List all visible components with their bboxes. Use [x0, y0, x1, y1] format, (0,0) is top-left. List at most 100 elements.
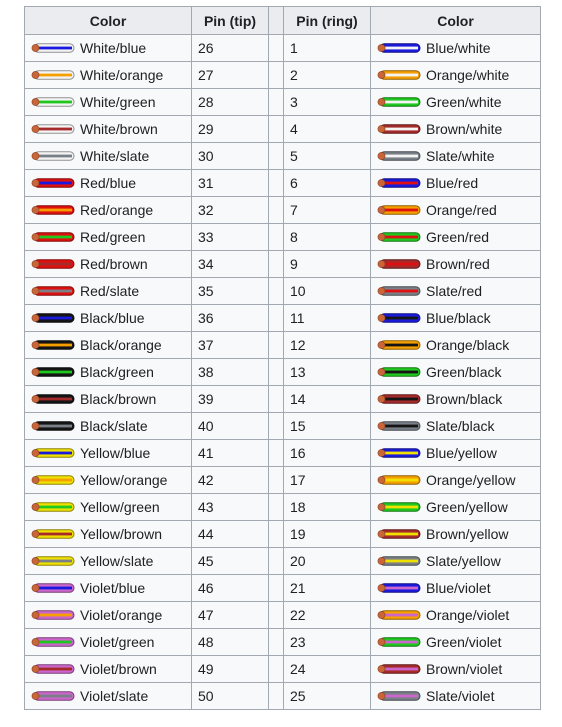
tip-color-label: Red/green: [80, 229, 146, 245]
ring-color-label: Brown/red: [426, 256, 490, 272]
wire-swatch-icon: [377, 637, 421, 647]
ring-color-label: Orange/black: [426, 337, 510, 353]
tip-color-cell: Black/orange: [24, 331, 192, 359]
ring-pin-cell: 21: [283, 574, 371, 602]
table-row: Yellow/orange 42 17 Orange/yellow: [24, 466, 541, 494]
gap-cell: [268, 439, 284, 467]
header-row: Color Pin (tip) Pin (ring) Color: [24, 6, 541, 35]
wire-swatch-icon: [377, 70, 421, 80]
tip-color-label: White/green: [80, 94, 156, 110]
wire-swatch-icon: [31, 97, 75, 107]
gap-cell: [268, 196, 284, 224]
tip-pin-cell: 39: [191, 385, 269, 413]
header-color-ring: Color: [370, 6, 541, 35]
wire-swatch-icon: [31, 610, 75, 620]
tip-color-cell: Black/slate: [24, 412, 192, 440]
tip-color-label: Red/slate: [80, 283, 140, 299]
ring-color-label: Green/black: [426, 364, 502, 380]
ring-color-cell: Brown/black: [370, 385, 541, 413]
wire-swatch-icon: [31, 475, 75, 485]
ring-color-label: Brown/black: [426, 391, 503, 407]
gap-cell: [268, 520, 284, 548]
tip-color-cell: Black/blue: [24, 304, 192, 332]
ring-color-cell: Slate/red: [370, 277, 541, 305]
tip-color-label: Red/blue: [80, 175, 137, 191]
header-color-tip: Color: [24, 6, 192, 35]
ring-pin-cell: 15: [283, 412, 371, 440]
tip-pin-cell: 37: [191, 331, 269, 359]
tip-pin-cell: 46: [191, 574, 269, 602]
tip-pin-cell: 48: [191, 628, 269, 656]
ring-color-label: Brown/yellow: [426, 526, 509, 542]
ring-color-cell: Blue/yellow: [370, 439, 541, 467]
table-row: White/green 28 3 Green/white: [24, 88, 541, 116]
tip-pin-cell: 45: [191, 547, 269, 575]
ring-color-cell: Orange/black: [370, 331, 541, 359]
wire-swatch-icon: [31, 367, 75, 377]
tip-pin-cell: 36: [191, 304, 269, 332]
ring-pin-cell: 3: [283, 88, 371, 116]
table-row: Violet/orange 47 22 Orange/violet: [24, 601, 541, 629]
tip-pin-cell: 41: [191, 439, 269, 467]
gap-cell: [268, 277, 284, 305]
table-row: Yellow/green 43 18 Green/yellow: [24, 493, 541, 521]
gap-cell: [268, 304, 284, 332]
ring-pin-cell: 4: [283, 115, 371, 143]
tip-color-cell: Red/blue: [24, 169, 192, 197]
tip-color-cell: Violet/orange: [24, 601, 192, 629]
ring-pin-cell: 6: [283, 169, 371, 197]
ring-color-label: Blue/violet: [426, 580, 491, 596]
gap-cell: [268, 88, 284, 116]
table-row: Black/slate 40 15 Slate/black: [24, 412, 541, 440]
ring-color-label: Blue/black: [426, 310, 491, 326]
wire-swatch-icon: [377, 313, 421, 323]
ring-color-cell: Orange/red: [370, 196, 541, 224]
gap-cell: [268, 628, 284, 656]
ring-pin-cell: 18: [283, 493, 371, 521]
wire-swatch-icon: [377, 691, 421, 701]
ring-color-cell: Blue/black: [370, 304, 541, 332]
table-row: Red/blue 31 6 Blue/red: [24, 169, 541, 197]
ring-color-label: Slate/black: [426, 418, 495, 434]
ring-color-cell: Slate/violet: [370, 682, 541, 710]
wire-swatch-icon: [31, 205, 75, 215]
ring-color-cell: Blue/red: [370, 169, 541, 197]
table-row: Black/brown 39 14 Brown/black: [24, 385, 541, 413]
tip-pin-cell: 33: [191, 223, 269, 251]
wire-swatch-icon: [377, 43, 421, 53]
tip-color-cell: White/blue: [24, 34, 192, 62]
gap-cell: [268, 115, 284, 143]
tip-color-cell: Violet/green: [24, 628, 192, 656]
ring-color-cell: Green/white: [370, 88, 541, 116]
table-row: Red/slate 35 10 Slate/red: [24, 277, 541, 305]
ring-color-cell: Green/black: [370, 358, 541, 386]
ring-pin-cell: 16: [283, 439, 371, 467]
ring-color-label: Orange/yellow: [426, 472, 516, 488]
ring-color-label: Orange/white: [426, 67, 510, 83]
table-body: White/blue 26 1 Blue/white White/orange …: [24, 34, 541, 710]
ring-color-label: Slate/yellow: [426, 553, 501, 569]
tip-color-label: Yellow/green: [80, 499, 160, 515]
ring-pin-cell: 5: [283, 142, 371, 170]
tip-color-label: Black/slate: [80, 418, 148, 434]
tip-pin-cell: 50: [191, 682, 269, 710]
wire-swatch-icon: [377, 259, 421, 269]
tip-color-label: Violet/green: [80, 634, 155, 650]
ring-color-label: Slate/white: [426, 148, 495, 164]
wire-swatch-icon: [377, 583, 421, 593]
tip-color-label: Red/orange: [80, 202, 154, 218]
tip-pin-cell: 49: [191, 655, 269, 683]
tip-color-cell: Yellow/green: [24, 493, 192, 521]
wire-swatch-icon: [31, 259, 75, 269]
ring-color-cell: Brown/white: [370, 115, 541, 143]
table-row: Violet/blue 46 21 Blue/violet: [24, 574, 541, 602]
table-row: Yellow/brown 44 19 Brown/yellow: [24, 520, 541, 548]
wire-swatch-icon: [31, 394, 75, 404]
ring-pin-cell: 23: [283, 628, 371, 656]
gap-cell: [268, 601, 284, 629]
gap-cell: [268, 466, 284, 494]
ring-color-label: Blue/yellow: [426, 445, 497, 461]
wire-swatch-icon: [31, 340, 75, 350]
tip-color-cell: White/orange: [24, 61, 192, 89]
tip-color-cell: Violet/blue: [24, 574, 192, 602]
